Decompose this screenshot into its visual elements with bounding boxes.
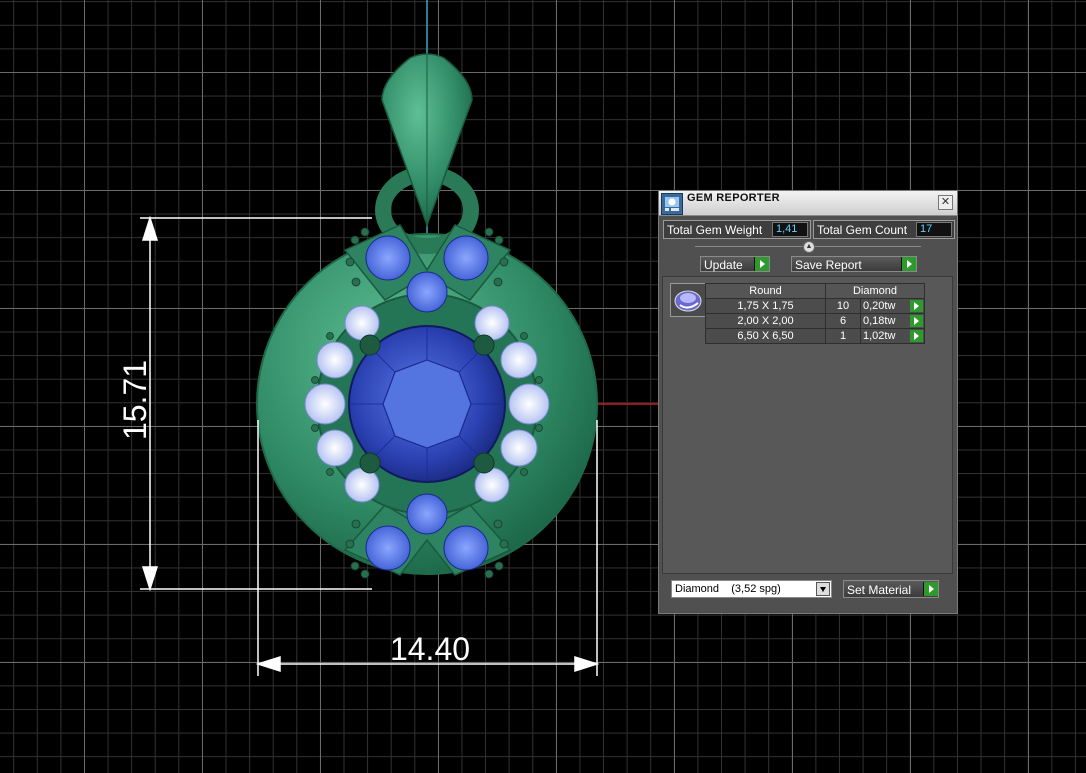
play-icon[interactable] [910,330,923,342]
gem-count: 6 [825,313,861,329]
gem-count: 10 [825,298,861,314]
gem-size: 2,00 X 2,00 [705,313,826,329]
gem-count: 1 [825,328,861,344]
play-icon [923,582,938,596]
report-area[interactable]: Round Diamond 1,75 X 1,75 10 0,20tw 2,00… [662,276,953,574]
save-report-button-label: Save Report [795,258,862,272]
table-row[interactable]: 1,75 X 1,75 10 0,20tw [705,298,925,314]
set-material-button[interactable]: Set Material [843,580,939,598]
set-material-button-label: Set Material [847,583,912,597]
material-select-value: Diamond (3,52 spg) [675,583,781,595]
round-gem-thumbnail-icon[interactable] [670,283,706,317]
play-icon [901,257,916,271]
total-gem-weight-label: Total Gem Weight [667,222,763,237]
play-icon [754,257,769,271]
play-icon[interactable] [910,300,923,312]
total-gem-weight: Total Gem Weight 1,41 [663,220,811,239]
height-dimension-label: 15.71 [117,360,153,440]
chevron-down-icon[interactable] [816,582,830,596]
gem-weight: 0,20tw [863,300,896,312]
play-icon[interactable] [910,315,923,327]
gem-reporter-icon [661,193,683,215]
material-select[interactable]: Diamond (3,52 spg) [671,580,832,598]
pendant-model[interactable] [256,53,598,579]
update-button-label: Update [704,258,743,272]
gem-weight: 1,02tw [863,330,896,342]
width-dimension-label: 14.40 [390,631,470,667]
total-gem-weight-value: 1,41 [772,222,808,237]
total-gem-count-label: Total Gem Count [817,222,908,237]
collapse-icon[interactable]: ▲ [803,241,815,253]
panel-title: GEM REPORTER [687,192,780,204]
panel-titlebar[interactable]: GEM REPORTER ✕ [659,191,957,216]
gem-weight: 0,18tw [863,315,896,327]
table-row[interactable]: 6,50 X 6,50 1 1,02tw [705,328,925,344]
material-header: Diamond [825,283,925,299]
gem-size: 6,50 X 6,50 [705,328,826,344]
total-gem-count-value: 17 [916,222,952,237]
close-icon[interactable]: ✕ [938,195,953,210]
gem-table: Round Diamond 1,75 X 1,75 10 0,20tw 2,00… [705,283,925,344]
update-button[interactable]: Update [700,256,770,272]
total-gem-count: Total Gem Count 17 [813,220,955,239]
gem-size: 1,75 X 1,75 [705,298,826,314]
gem-reporter-panel[interactable]: GEM REPORTER ✕ Total Gem Weight 1,41 Tot… [658,190,958,614]
save-report-button[interactable]: Save Report [791,256,917,272]
shape-header: Round [705,283,826,299]
table-row[interactable]: 2,00 X 2,00 6 0,18tw [705,313,925,329]
